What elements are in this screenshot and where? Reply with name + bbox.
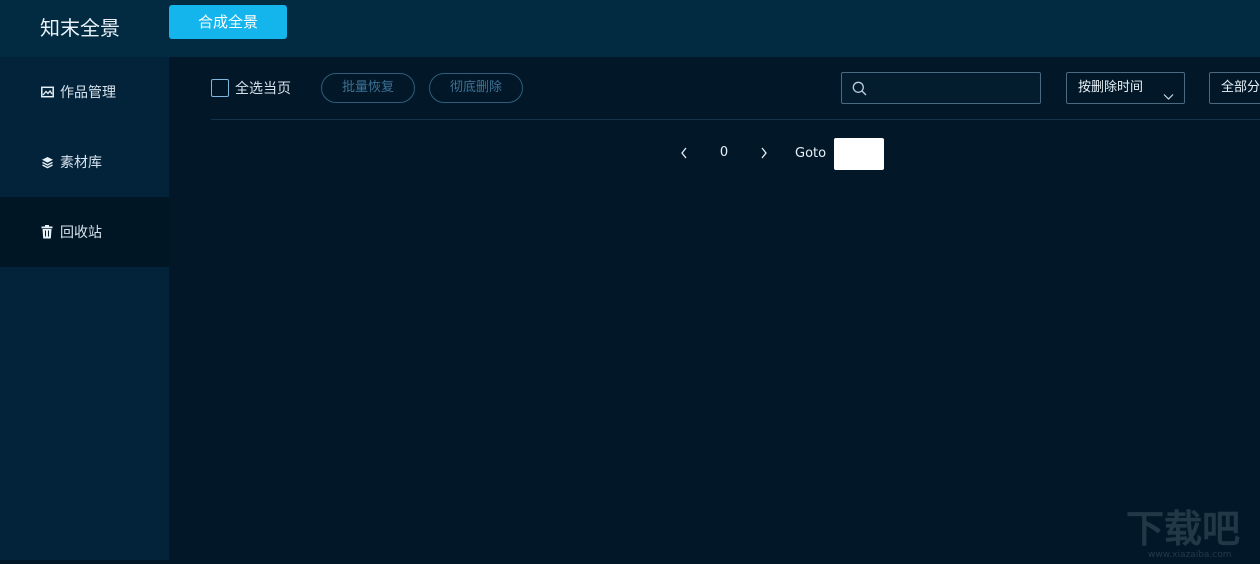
watermark-logo: 下载吧 www.xiazaiba.com (1126, 500, 1260, 560)
main-content (169, 57, 1260, 560)
layers-icon (40, 155, 54, 169)
watermark-url: www.xiazaiba.com (1148, 550, 1232, 560)
sort-by-delete-time-select[interactable]: 按删除时间 (1066, 72, 1185, 104)
current-page-number[interactable]: 0 (716, 145, 732, 160)
permanent-delete-button[interactable]: 彻底删除 (429, 73, 523, 103)
compose-panorama-button[interactable]: 合成全景 (169, 5, 287, 39)
image-icon (40, 85, 54, 99)
toolbar-divider (211, 119, 1260, 120)
sidebar-item-works[interactable]: 作品管理 (0, 57, 169, 127)
top-bar: 知末全景 合成全景 (0, 0, 1260, 57)
goto-label: Goto (795, 146, 827, 161)
chevron-down-icon (1163, 83, 1174, 103)
chevron-left-icon (681, 147, 687, 159)
next-page-button[interactable] (756, 145, 772, 161)
batch-restore-button[interactable]: 批量恢复 (321, 73, 415, 103)
sidebar-item-label: 作品管理 (60, 85, 116, 101)
category-select-value: 全部分 (1221, 80, 1260, 95)
prev-page-button[interactable] (676, 145, 692, 161)
sidebar-item-materials[interactable]: 素材库 (0, 127, 169, 197)
goto-page-input[interactable] (834, 138, 884, 170)
app-logo: 知末全景 (40, 16, 120, 40)
sidebar-item-label: 素材库 (60, 155, 102, 171)
category-select[interactable]: 全部分 (1209, 72, 1260, 104)
search-icon (852, 81, 867, 100)
chevron-right-icon (761, 147, 767, 159)
sidebar: 作品管理 素材库 回收站 (0, 57, 169, 560)
trash-icon (40, 225, 54, 239)
sidebar-item-label: 回收站 (60, 225, 102, 241)
search-input[interactable] (874, 75, 1034, 101)
select-all-checkbox[interactable] (211, 79, 229, 97)
sort-select-value: 按删除时间 (1078, 80, 1144, 95)
select-all-label[interactable]: 全选当页 (235, 78, 291, 98)
search-box (841, 72, 1041, 104)
sidebar-item-recycle-bin[interactable]: 回收站 (0, 197, 169, 267)
watermark-text: 下载吧 (1126, 507, 1240, 551)
